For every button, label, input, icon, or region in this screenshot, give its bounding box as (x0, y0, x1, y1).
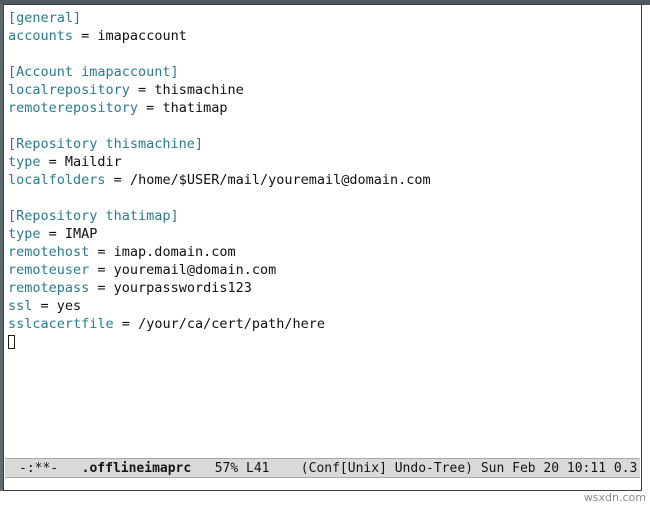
config-key: type (8, 226, 41, 242)
config-section-header: [Repository thatimap] (8, 207, 636, 225)
config-assign-operator: = (40, 226, 65, 242)
config-value: imapaccount (97, 28, 187, 44)
mode-line-gap-6 (606, 461, 614, 476)
config-key-value-line: remotehost = imap.domain.com (8, 243, 636, 261)
config-assign-operator: = (138, 100, 163, 116)
config-assign-operator: = (40, 154, 65, 170)
config-value: /home/$USER/mail/youremail@domain.com (129, 172, 431, 188)
section-header-text: [Repository thismachine] (8, 136, 204, 152)
config-key-value-line: type = IMAP (8, 225, 636, 243)
config-key: remoteuser (8, 262, 90, 278)
config-value: Maildir (64, 154, 122, 170)
config-assign-operator: = (89, 262, 114, 278)
config-value: /your/ca/cert/path/here (138, 316, 325, 332)
mode-line[interactable]: -:**- .offlineimaprc 57% L41 (Conf[Unix]… (5, 458, 640, 478)
config-key: localfolders (8, 172, 106, 188)
config-key-value-line: accounts = imapaccount (8, 27, 636, 45)
config-value: youremail@domain.com (113, 262, 277, 278)
config-assign-operator: = (89, 280, 114, 296)
config-key: remoterepository (8, 100, 139, 116)
config-value: thatimap (162, 100, 228, 116)
config-key: localrepository (8, 82, 130, 98)
config-value: IMAP (64, 226, 98, 242)
config-section-header: [Account imapaccount] (8, 63, 636, 81)
config-key: remotepass (8, 280, 90, 296)
section-header-text: [Account imapaccount] (8, 64, 179, 80)
config-section-header: [general] (8, 9, 636, 27)
mode-line-buffer-name: .offlineimaprc (81, 461, 192, 476)
config-key-value-line: remoteuser = youremail@domain.com (8, 261, 636, 279)
mode-line-major-mode: (Conf[Unix] Undo-Tree) (300, 461, 473, 476)
config-key-value-line: remoterepository = thatimap (8, 99, 636, 117)
cursor-line (8, 333, 636, 351)
config-key-value-line: type = Maildir (8, 153, 636, 171)
config-value: yourpasswordis123 (113, 280, 252, 296)
config-section-header: [Repository thismachine] (8, 135, 636, 153)
mode-line-gap-1 (58, 461, 81, 476)
emacs-window: [general] accounts = imapaccount [Account … (0, 0, 650, 505)
config-key-value-line: sslcacertfile = /your/ca/cert/path/here (8, 315, 636, 333)
config-value: imap.domain.com (113, 244, 236, 260)
mode-line-datetime: Sun Feb 20 10:11 (480, 461, 607, 476)
config-key: type (8, 154, 41, 170)
buffer-left-fringe (4, 5, 6, 457)
section-header-text: [Repository thatimap] (8, 208, 179, 224)
config-key-value-line: remotepass = yourpasswordis123 (8, 279, 636, 297)
config-key: remotehost (8, 244, 90, 260)
config-key-value-line: localfolders = /home/$USER/mail/youremai… (8, 171, 636, 189)
mode-line-load-average: 0.3 (613, 461, 638, 476)
config-assign-operator: = (105, 172, 130, 188)
config-key: accounts (8, 28, 74, 44)
config-assign-operator: = (89, 244, 114, 260)
text-buffer[interactable]: [general] accounts = imapaccount [Account … (8, 9, 636, 454)
config-key-value-line: localrepository = thismachine (8, 81, 636, 99)
mode-line-gap-5 (473, 461, 481, 476)
watermark: wsxdn.com (583, 491, 646, 504)
mode-line-gap-4 (269, 461, 300, 476)
config-assign-operator: = (113, 316, 139, 332)
config-key: ssl (8, 298, 33, 314)
config-key-value-line: ssl = yes (8, 297, 636, 315)
mode-line-gap-2 (191, 461, 214, 476)
config-assign-operator: = (32, 298, 57, 314)
mode-line-content: -:**- .offlineimaprc 57% L41 (Conf[Unix]… (19, 459, 638, 477)
config-value: yes (56, 298, 82, 314)
section-header-text: [general] (8, 10, 82, 26)
config-key: sslcacertfile (8, 316, 114, 332)
mode-line-gap-3 (238, 461, 246, 476)
text-cursor (8, 335, 15, 349)
config-value: thismachine (154, 82, 244, 98)
config-assign-operator: = (129, 82, 155, 98)
mode-line-flags: -:**- (19, 461, 59, 476)
mode-line-scroll-percent: 57% (214, 461, 239, 476)
mode-line-line-number: L41 (246, 461, 270, 476)
config-assign-operator: = (73, 28, 98, 44)
